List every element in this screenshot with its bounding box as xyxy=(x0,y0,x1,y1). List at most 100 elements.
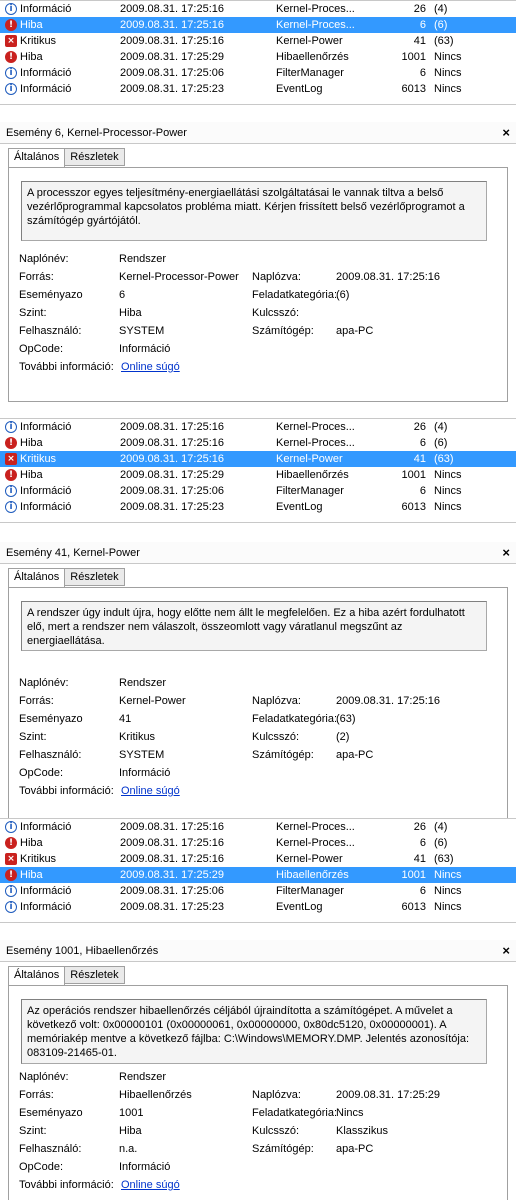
detail-header: Esemény 6, Kernel-Processor-Power × xyxy=(0,122,516,144)
close-icon[interactable]: × xyxy=(502,122,510,144)
tab-general[interactable]: Általános xyxy=(8,148,66,168)
opcode-value: Információ xyxy=(119,1161,171,1173)
online-help-link[interactable]: Online súgó xyxy=(121,1179,180,1191)
computer-label: Számítógép: xyxy=(252,749,314,761)
event-level: Információ xyxy=(20,885,72,897)
event-source: Kernel-Proces... xyxy=(276,437,355,449)
keywords-value: Klasszikus xyxy=(336,1125,388,1137)
event-id: 1001 xyxy=(401,51,426,63)
event-row[interactable]: i Információ 2009.08.31. 17:25:06 FilterMan… xyxy=(0,483,516,499)
tab-content: A processzor egyes teljesítmény-energiae… xyxy=(8,167,508,402)
event-level: Információ xyxy=(20,67,72,79)
event-task-category: (6) xyxy=(434,837,448,849)
event-id-label: Eseményazo xyxy=(19,713,83,725)
event-date: 2009.08.31. 17:25:16 xyxy=(120,3,224,15)
event-source: Kernel-Proces... xyxy=(276,421,355,433)
source-value: Kernel-Power xyxy=(119,695,186,707)
event-id-label: Eseményazo xyxy=(19,289,83,301)
tab-details[interactable]: Részletek xyxy=(64,148,125,166)
source-label: Forrás: xyxy=(19,695,54,707)
event-level: Információ xyxy=(20,901,72,913)
event-date: 2009.08.31. 17:25:16 xyxy=(120,453,224,465)
critical-icon: × xyxy=(5,453,17,465)
close-icon[interactable]: × xyxy=(502,542,510,564)
task-category-value: (6) xyxy=(336,289,350,301)
event-id-value: 41 xyxy=(119,713,132,725)
source-value: Kernel-Processor-Power xyxy=(119,271,239,283)
event-row[interactable]: i Információ 2009.08.31. 17:25:23 EventLog 6… xyxy=(0,81,516,97)
task-category-label: Feladatkategória: xyxy=(252,289,337,301)
event-row[interactable]: × Kritikus 2009.08.31. 17:25:16 Kernel-Powe… xyxy=(0,33,516,49)
event-source: Hibaellenőrzés xyxy=(276,469,349,481)
event-row[interactable]: × Kritikus 2009.08.31. 17:25:16 Kernel-Powe… xyxy=(0,451,516,467)
event-source: Kernel-Proces... xyxy=(276,821,355,833)
online-help-link[interactable]: Online súgó xyxy=(121,361,180,373)
event-level: Információ xyxy=(20,501,72,513)
event-row[interactable]: ! Hiba 2009.08.31. 17:25:16 Kernel-Proces..… xyxy=(0,835,516,851)
event-date: 2009.08.31. 17:25:23 xyxy=(120,501,224,513)
event-row[interactable]: ! Hiba 2009.08.31. 17:25:29 Hibaellenőrzés 1… xyxy=(0,49,516,65)
event-row[interactable]: × Kritikus 2009.08.31. 17:25:16 Kernel-Powe… xyxy=(0,851,516,867)
close-icon[interactable]: × xyxy=(502,940,510,962)
tab-general[interactable]: Általános xyxy=(8,568,66,588)
event-date: 2009.08.31. 17:25:23 xyxy=(120,83,224,95)
event-task-category: Nincs xyxy=(434,51,462,63)
event-id: 26 xyxy=(413,821,426,833)
event-date: 2009.08.31. 17:25:06 xyxy=(120,67,224,79)
event-id: 6 xyxy=(419,19,426,31)
event-row[interactable]: i Információ 2009.08.31. 17:25:16 Kernel-Pr… xyxy=(0,419,516,435)
task-category-label: Feladatkategória: xyxy=(252,1107,337,1119)
event-row[interactable]: i Információ 2009.08.31. 17:25:16 Kernel-Pr… xyxy=(0,1,516,17)
user-label: Felhasználó: xyxy=(19,749,82,761)
tab-content: Az operációs rendszer hibaellenőrzés cél… xyxy=(8,985,508,1200)
event-row[interactable]: i Információ 2009.08.31. 17:25:23 EventLog 6… xyxy=(0,499,516,515)
event-id: 6 xyxy=(419,437,426,449)
event-row[interactable]: i Információ 2009.08.31. 17:25:06 FilterMan… xyxy=(0,65,516,81)
event-date: 2009.08.31. 17:25:16 xyxy=(120,437,224,449)
error-icon: ! xyxy=(5,19,17,31)
logged-value: 2009.08.31. 17:25:16 xyxy=(336,695,440,707)
event-row[interactable]: i Információ 2009.08.31. 17:25:23 EventLog 6… xyxy=(0,899,516,915)
logged-value: 2009.08.31. 17:25:29 xyxy=(336,1089,440,1101)
event-row[interactable]: ! Hiba 2009.08.31. 17:25:16 Kernel-Proces..… xyxy=(0,435,516,451)
event-row[interactable]: i Információ 2009.08.31. 17:25:16 Kernel-Pr… xyxy=(0,819,516,835)
level-value: Kritikus xyxy=(119,731,156,743)
task-category-value: Nincs xyxy=(336,1107,364,1119)
info-icon: i xyxy=(5,67,17,79)
online-help-link[interactable]: Online súgó xyxy=(121,785,180,797)
event-list: i Információ 2009.08.31. 17:25:16 Kernel-Pr… xyxy=(0,0,516,105)
tab-details[interactable]: Részletek xyxy=(64,568,125,586)
keywords-label: Kulcsszó: xyxy=(252,1125,300,1137)
event-detail-panel: Esemény 41, Kernel-Power × Általános Részle… xyxy=(0,542,516,825)
tab-general[interactable]: Általános xyxy=(8,966,66,986)
event-row[interactable]: ! Hiba 2009.08.31. 17:25:16 Kernel-Proces..… xyxy=(0,17,516,33)
event-task-category: (63) xyxy=(434,453,454,465)
event-date: 2009.08.31. 17:25:29 xyxy=(120,51,224,63)
event-date: 2009.08.31. 17:25:16 xyxy=(120,853,224,865)
event-source: EventLog xyxy=(276,901,323,913)
event-task-category: (4) xyxy=(434,421,448,433)
event-date: 2009.08.31. 17:25:16 xyxy=(120,19,224,31)
event-row-partial xyxy=(0,515,516,522)
event-source: Hibaellenőrzés xyxy=(276,51,349,63)
event-task-category: Nincs xyxy=(434,501,462,513)
logged-label: Naplózva: xyxy=(252,1089,301,1101)
event-row[interactable]: ! Hiba 2009.08.31. 17:25:29 Hibaellenőrzés 1… xyxy=(0,467,516,483)
event-level: Kritikus xyxy=(20,853,57,865)
event-date: 2009.08.31. 17:25:16 xyxy=(120,35,224,47)
computer-value: apa-PC xyxy=(336,325,374,337)
event-level: Információ xyxy=(20,3,72,15)
critical-icon: × xyxy=(5,35,17,47)
event-description: A rendszer úgy indult újra, hogy előtte … xyxy=(21,601,487,651)
log-name-label: Naplónév: xyxy=(19,1071,69,1083)
event-level: Információ xyxy=(20,485,72,497)
event-level: Hiba xyxy=(20,51,43,63)
log-name-value: Rendszer xyxy=(119,677,167,689)
event-source: Hibaellenőrzés xyxy=(276,869,349,881)
computer-label: Számítógép: xyxy=(252,325,314,337)
event-source: FilterManager xyxy=(276,885,344,897)
event-task-category: (63) xyxy=(434,35,454,47)
event-row[interactable]: ! Hiba 2009.08.31. 17:25:29 Hibaellenőrzés 1… xyxy=(0,867,516,883)
event-row[interactable]: i Információ 2009.08.31. 17:25:06 FilterMan… xyxy=(0,883,516,899)
tab-details[interactable]: Részletek xyxy=(64,966,125,984)
